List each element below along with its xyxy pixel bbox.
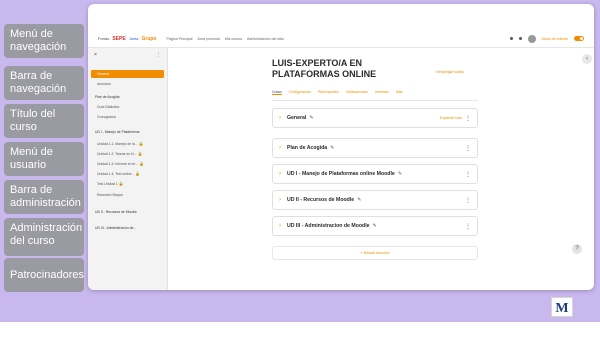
lock-icon: 🔒 (134, 171, 141, 176)
notifications-icon[interactable] (509, 37, 513, 40)
section-title: UD I - Manejo de Plataformas online Mood… (287, 171, 395, 177)
section-card-general[interactable]: › General ✎ Expandir todo ⋮ (272, 108, 478, 128)
tab-settings[interactable]: Configuración (289, 90, 311, 95)
open-drawer-button[interactable]: ‹ (582, 54, 592, 64)
moodle-logo: M (551, 297, 573, 317)
nav-site-admin[interactable]: Administración del sitio (247, 37, 284, 41)
sidebar-section[interactable]: UD I - Manejo de Plataformas (91, 128, 164, 136)
legend-navigation-menu: Menú de navegación (4, 24, 84, 58)
sidebar-header: × ⋮ (88, 48, 167, 62)
course-index-sidebar: × ⋮ General Anuncios Plan de Acogida Guí… (88, 48, 168, 290)
add-section-button[interactable]: + Añadir sección (272, 246, 478, 260)
sidebar-item[interactable]: Unidad 1.4: Test online... 🔒 (91, 170, 164, 178)
section-title: UD III - Administracion de Moodle (287, 223, 370, 229)
legend-user-menu: Menú de usuario (4, 142, 84, 176)
sidebar-item[interactable]: Test Unidad 1 🔒 (91, 180, 164, 188)
legend-navigation-bar: Barra de navegación (4, 66, 84, 100)
tab-reports[interactable]: Informes (375, 90, 389, 95)
pencil-icon[interactable]: ✎ (398, 171, 402, 177)
section-title: Plan de Acogida (287, 145, 328, 151)
sidebar-section[interactable]: UD II - Recursos de Moodle (91, 208, 164, 216)
brand-logo-3: Junta (128, 36, 139, 41)
chevron-right-icon[interactable]: › (279, 197, 287, 203)
user-avatar[interactable] (527, 34, 536, 43)
screenshot-background: Menú de navegación Barra de navegación T… (0, 0, 600, 322)
nav-home[interactable]: Página Principal (166, 37, 192, 41)
kebab-menu-icon[interactable]: ⋮ (465, 171, 471, 178)
tab-grades[interactable]: Calificaciones (346, 90, 368, 95)
course-title: LUIS-EXPERTO/A EN PLATAFORMAS ONLINE (272, 58, 377, 79)
lock-icon: 🔒 (137, 141, 144, 146)
section-actions: ⋮ (465, 145, 471, 152)
sidebar-item[interactable]: Unidad 1.2: Tareas en el... 🔒 (91, 150, 164, 158)
user-area: Modo de edición (509, 34, 584, 43)
legend-course-admin: Administración del curso (4, 218, 84, 256)
pencil-icon[interactable]: ✎ (373, 223, 377, 229)
sidebar-item[interactable]: Unidad 1.3: Informe en el... 🔒 (91, 160, 164, 168)
chevron-right-icon[interactable]: › (279, 171, 287, 177)
section-actions: ⋮ (465, 223, 471, 230)
edit-mode-toggle[interactable] (574, 36, 584, 41)
messages-icon[interactable] (518, 37, 522, 40)
chevron-right-icon[interactable]: › (279, 223, 287, 229)
legend-admin-bar: Barra de administración (4, 180, 84, 214)
brand-logo-1: Fondo (98, 36, 110, 41)
top-navigation-bar: Fondo SEPE Junta Grupo Página Principal … (88, 30, 594, 48)
collapse-all-link[interactable]: Desplegar todas (436, 70, 464, 74)
sidebar-item[interactable]: Unidad 1.1: Manejo de la... 🔒 (91, 140, 164, 148)
pencil-icon[interactable]: ✎ (357, 197, 361, 203)
pencil-icon[interactable]: ✎ (309, 115, 313, 121)
sidebar-section[interactable]: UD III - Administración de... (91, 224, 164, 232)
kebab-menu-icon[interactable]: ⋮ (465, 197, 471, 204)
edit-mode-label: Modo de edición (541, 36, 568, 41)
brand-logo-2: SEPE (112, 35, 126, 42)
tab-participants[interactable]: Participantes (318, 90, 339, 95)
sidebar-item[interactable]: Anuncios (91, 80, 164, 88)
course-tabs: Curso Configuración Participantes Califi… (272, 90, 403, 95)
logo-letter: M (555, 301, 568, 315)
sidebar-item[interactable]: Cronograma (91, 113, 164, 121)
tabs-divider (272, 100, 478, 101)
brand-logos: Fondo SEPE Junta Grupo (98, 36, 156, 42)
lock-icon: 🔒 (137, 161, 144, 166)
sidebar-item-general[interactable]: General (91, 70, 164, 78)
tab-course[interactable]: Curso (272, 90, 282, 95)
brand-logo-4: Grupo (141, 35, 157, 42)
section-title: UD II - Recursos de Moodle (287, 197, 355, 203)
section-actions: Expandir todo ⋮ (440, 115, 471, 122)
kebab-menu-icon[interactable]: ⋮ (465, 145, 471, 152)
sidebar-item[interactable]: Resumen Bloque (91, 191, 164, 199)
expand-all-link[interactable]: Expandir todo (440, 116, 462, 120)
moodle-window: Fondo SEPE Junta Grupo Página Principal … (88, 4, 594, 290)
pencil-icon[interactable]: ✎ (330, 145, 334, 151)
legend-course-title: Título del curso (4, 104, 84, 138)
close-icon[interactable]: × (94, 52, 97, 58)
lock-icon: 🔒 (117, 181, 124, 186)
section-title: General (287, 115, 307, 121)
nav-my-courses[interactable]: Mis cursos (225, 37, 242, 41)
moodle-logo-icon: M (553, 299, 571, 315)
section-actions: ⋮ (465, 197, 471, 204)
nav-dashboard[interactable]: Área personal (197, 37, 219, 41)
section-card-ud3[interactable]: › UD III - Administracion de Moodle ✎ ⋮ (272, 216, 478, 236)
tab-more[interactable]: Más (396, 90, 403, 95)
kebab-menu-icon[interactable]: ⋮ (156, 52, 161, 58)
sidebar-section[interactable]: Plan de Acogida (91, 93, 164, 101)
chevron-right-icon[interactable]: › (279, 145, 287, 151)
section-actions: ⋮ (465, 171, 471, 178)
help-icon[interactable]: ? (572, 244, 582, 254)
kebab-menu-icon[interactable]: ⋮ (465, 223, 471, 230)
section-card-plan[interactable]: › Plan de Acogida ✎ ⋮ (272, 138, 478, 158)
section-card-ud2[interactable]: › UD II - Recursos de Moodle ✎ ⋮ (272, 190, 478, 210)
lock-icon: 🔒 (136, 151, 143, 156)
chevron-right-icon[interactable]: › (279, 115, 287, 121)
kebab-menu-icon[interactable]: ⋮ (465, 115, 471, 122)
primary-navigation: Página Principal Área personal Mis curso… (166, 37, 283, 41)
section-card-ud1[interactable]: › UD I - Manejo de Plataformas online Mo… (272, 164, 478, 184)
legend-sponsors: Patrocinadores (4, 258, 84, 292)
sidebar-item[interactable]: Guía Didáctica (91, 103, 164, 111)
